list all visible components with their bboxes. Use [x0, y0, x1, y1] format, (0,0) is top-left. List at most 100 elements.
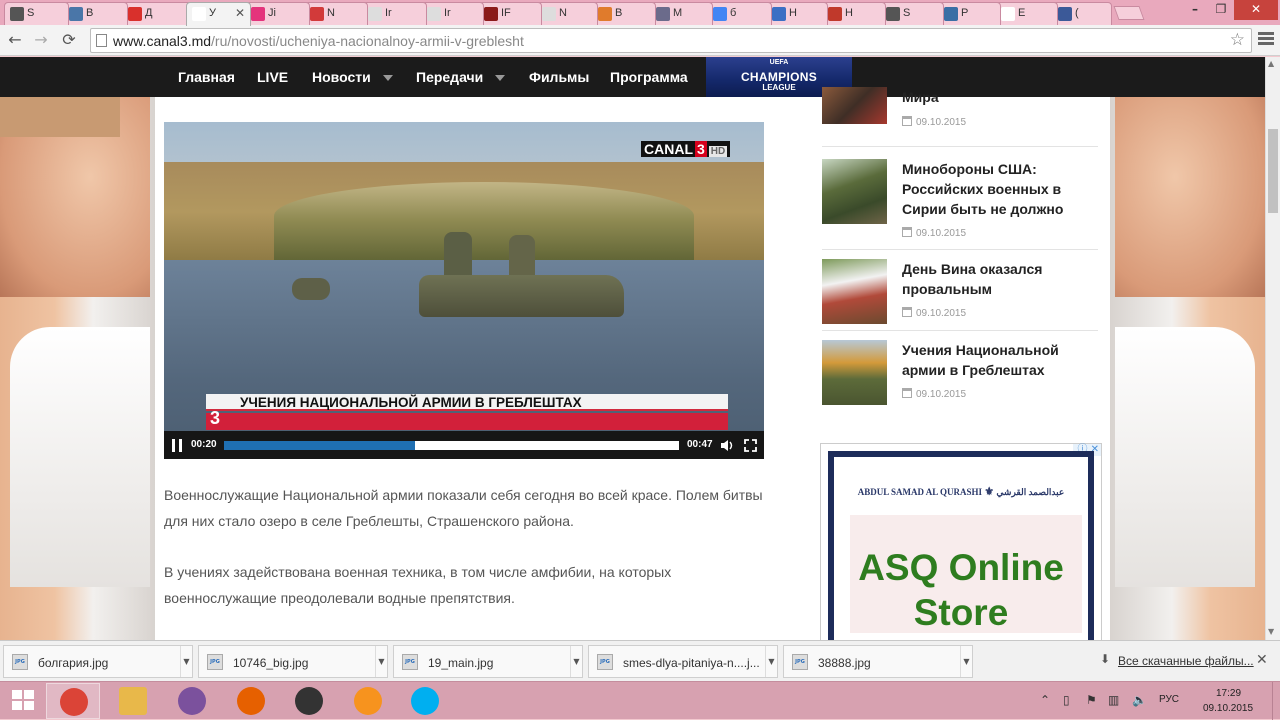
network-icon[interactable]: ▥	[1108, 693, 1119, 707]
browser-tab[interactable]: S	[4, 2, 69, 25]
sidebar-news-item[interactable]: Учения Национальной армии в Греблештах 0…	[822, 339, 1098, 409]
browser-tab-label: B	[615, 7, 623, 19]
progress-bar[interactable]	[224, 441, 679, 450]
new-tab-button[interactable]	[1113, 6, 1145, 20]
browser-tab[interactable]: N	[304, 2, 368, 25]
ad-brand: ABDUL SAMAD AL QURASHI ⚜ عبدالصمد القرشي	[857, 486, 1065, 498]
language-indicator[interactable]: РУС	[1159, 694, 1179, 705]
chevron-down-icon[interactable]: ▼	[375, 646, 387, 677]
maximize-icon[interactable]: ❐	[1208, 0, 1234, 20]
browser-tab[interactable]: H	[766, 2, 828, 25]
browser-tab[interactable]: P	[938, 2, 1001, 25]
taskbar-app-app[interactable]	[341, 683, 395, 719]
favicon-icon	[713, 7, 727, 21]
news-thumbnail[interactable]	[822, 340, 887, 405]
news-thumbnail[interactable]	[822, 259, 887, 324]
favicon-icon	[1001, 7, 1015, 21]
close-icon[interactable]: ✕	[1256, 652, 1268, 668]
nav-news[interactable]: Новости	[312, 69, 393, 85]
browser-tab[interactable]: S	[880, 2, 944, 25]
chevron-down-icon[interactable]: ▼	[960, 646, 972, 677]
browser-tab[interactable]: В	[63, 2, 128, 25]
download-item[interactable]: JPG 38888.jpg ▼	[783, 645, 973, 678]
browser-tab[interactable]: Ir	[421, 2, 484, 25]
address-bar[interactable]: www.canal3.md/ru/novosti/ucheniya-nacion…	[90, 28, 1252, 53]
browser-tab[interactable]: Ji	[245, 2, 310, 25]
background-image-right[interactable]	[1110, 97, 1265, 640]
browser-tab[interactable]: E	[995, 2, 1058, 25]
close-tab-icon[interactable]: ✕	[235, 6, 245, 20]
download-item[interactable]: JPG 10746_big.jpg ▼	[198, 645, 388, 678]
ad-headline[interactable]: ASQ Online Store	[834, 545, 1088, 635]
browser-tab[interactable]: Д	[122, 2, 192, 25]
chevron-down-icon[interactable]: ▼	[180, 646, 192, 677]
clock-time[interactable]: 17:29	[1216, 688, 1241, 699]
browser-tab-active[interactable]: У ✕	[186, 2, 251, 26]
chrome-menu-icon[interactable]	[1258, 30, 1274, 48]
tray-expand-icon[interactable]: ⌃	[1040, 693, 1050, 707]
page-scrollbar[interactable]: ▲ ▼	[1265, 57, 1280, 640]
url-text[interactable]: www.canal3.md/ru/novosti/ucheniya-nacion…	[113, 33, 524, 49]
show-desktop-button[interactable]	[1272, 682, 1280, 720]
browser-tab[interactable]: (	[1052, 2, 1112, 25]
sidebar-news-item[interactable]: Мира 09.10.2015	[822, 87, 1098, 147]
close-icon[interactable]: ✕	[1234, 0, 1278, 20]
browser-tab[interactable]: M	[650, 2, 713, 25]
scroll-up-icon[interactable]: ▲	[1268, 59, 1274, 68]
volume-icon[interactable]: 🔈	[1132, 693, 1147, 707]
article-paragraph: Военнослужащие Национальной армии показа…	[164, 487, 763, 529]
taskbar-app-explorer[interactable]	[106, 683, 160, 719]
clock-date[interactable]: 09.10.2015	[1203, 703, 1253, 714]
chevron-down-icon[interactable]: ▼	[765, 646, 777, 677]
nav-shows[interactable]: Передачи	[416, 69, 506, 85]
nav-home[interactable]: Главная	[178, 69, 235, 85]
browser-tab[interactable]: Ir	[362, 2, 427, 25]
favicon-icon	[1058, 7, 1072, 21]
reload-icon[interactable]: ⟳	[58, 30, 80, 50]
nav-films[interactable]: Фильмы	[529, 69, 589, 85]
taskbar-app-firefox[interactable]	[224, 683, 278, 719]
show-all-downloads-link[interactable]: Все скачанные файлы...	[1118, 654, 1254, 668]
scroll-thumb[interactable]	[1268, 129, 1278, 213]
bookmark-star-icon[interactable]: ☆	[1230, 30, 1245, 50]
url-path: /ru/novosti/ucheniya-nacionalnoy-armii-v…	[211, 33, 524, 49]
forward-icon[interactable]: →	[30, 30, 52, 50]
browser-tab[interactable]: B	[592, 2, 656, 25]
favicon-icon	[944, 7, 958, 21]
download-item[interactable]: JPG smes-dlya-pitaniya-n....j... ▼	[588, 645, 778, 678]
favicon-icon	[368, 7, 382, 21]
scroll-down-icon[interactable]: ▼	[1268, 627, 1274, 636]
browser-tab[interactable]: IF	[478, 2, 542, 25]
sidebar-news-item[interactable]: День Вина оказался провальным 09.10.2015	[822, 258, 1098, 331]
news-thumbnail[interactable]	[822, 159, 887, 224]
nav-schedule[interactable]: Программа	[610, 69, 688, 85]
news-thumbnail[interactable]	[822, 87, 887, 124]
background-image-left[interactable]	[0, 97, 155, 640]
download-item[interactable]: JPG 19_main.jpg ▼	[393, 645, 583, 678]
sidebar-news-item[interactable]: Минобороны США: Российских военных в Сир…	[822, 158, 1098, 250]
fullscreen-icon[interactable]	[744, 439, 757, 452]
windows-start-icon[interactable]	[12, 690, 36, 712]
pause-icon[interactable]	[171, 439, 183, 452]
browser-tab-label: S	[903, 7, 911, 19]
taskbar-app-camera[interactable]	[282, 683, 336, 719]
taskbar-app-chrome[interactable]	[46, 683, 100, 719]
chevron-down-icon[interactable]: ▼	[570, 646, 582, 677]
viber-icon	[178, 687, 206, 715]
advertisement[interactable]: ⓘ ✕ ABDUL SAMAD AL QURASHI ⚜ عبدالصمد ال…	[820, 443, 1102, 640]
browser-tab-label: M	[673, 7, 683, 19]
browser-tab[interactable]: H	[822, 2, 886, 25]
download-item[interactable]: JPG болгария.jpg ▼	[3, 645, 193, 678]
volume-icon[interactable]	[720, 439, 734, 452]
taskbar-app-viber[interactable]	[165, 683, 219, 719]
flag-icon[interactable]: ⚑	[1086, 693, 1097, 707]
video-player[interactable]: CANAL 3 HD 3 УЧЕНИЯ НАЦИОНАЛЬНОЙ АРМИИ В Г…	[164, 122, 764, 459]
back-icon[interactable]: ←	[4, 30, 26, 50]
browser-tab-label: H	[845, 7, 853, 19]
nav-live[interactable]: LIVE	[257, 69, 288, 85]
taskbar-app-skype[interactable]	[398, 683, 452, 719]
browser-tab[interactable]: б	[707, 2, 772, 25]
browser-tab[interactable]: N	[536, 2, 598, 25]
device-icon[interactable]: ▯	[1063, 693, 1070, 707]
minimize-icon[interactable]: –	[1182, 0, 1208, 20]
